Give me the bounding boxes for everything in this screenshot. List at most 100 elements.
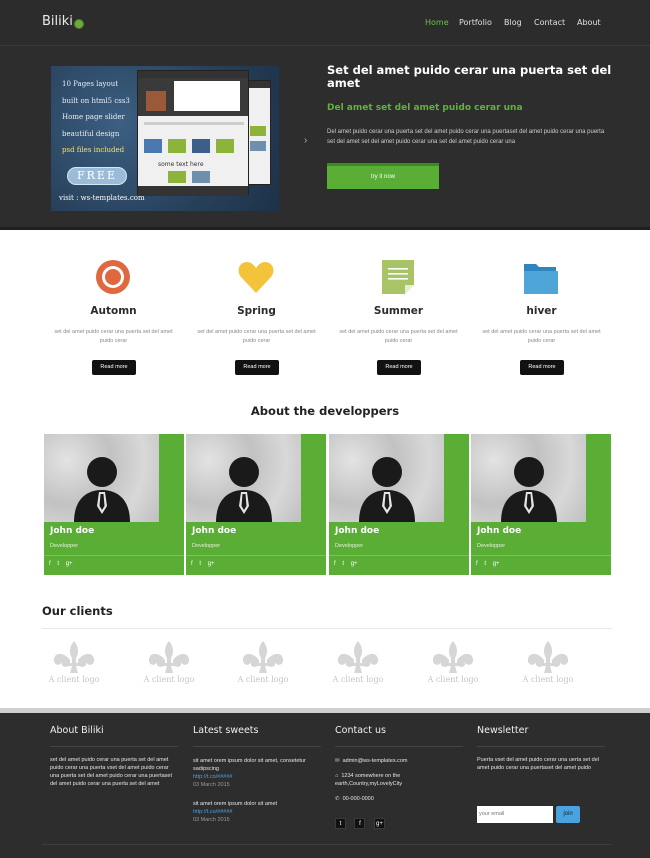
newsletter-join-button[interactable]: join xyxy=(556,806,580,823)
footer-newsletter-title: Newsletter xyxy=(477,725,605,747)
template-mockup-front: some text here xyxy=(137,70,249,196)
slider-next-arrow[interactable]: › xyxy=(304,135,307,146)
client-logo-label: A client logo xyxy=(427,675,479,684)
member-social-links: f t g+ xyxy=(191,561,220,567)
hero-promo-image: 10 Pages layout built on html5 css3 Home… xyxy=(51,66,279,211)
footer-about: About Biliki set del amet puido cerar un… xyxy=(50,725,178,788)
google-plus-icon[interactable]: g+ xyxy=(208,561,215,567)
sweet-text: sit amet orem ipsum dolor sit amet, cons… xyxy=(193,758,306,772)
google-plus-icon[interactable]: g+ xyxy=(351,561,358,567)
free-badge: FREE xyxy=(67,167,127,185)
feature-text: set del amet puido cerar una puerta set … xyxy=(482,329,601,344)
member-name: John doe xyxy=(192,526,237,536)
fleur-de-lis-icon xyxy=(432,641,474,673)
member-role: Developper xyxy=(335,543,364,549)
sweet-text: sit amet orem ipsum dolor sit amet xyxy=(193,801,278,807)
fleur-de-lis-icon xyxy=(53,641,95,673)
newsletter-email-input[interactable] xyxy=(477,806,553,823)
client-logo-label: A client logo xyxy=(522,675,574,684)
folder-icon xyxy=(524,264,558,294)
phone-icon: ✆ xyxy=(335,796,340,802)
member-name: John doe xyxy=(335,526,380,536)
sweet-date: 03 March 2015 xyxy=(193,782,230,788)
site-logo[interactable]: Biliki xyxy=(42,14,73,29)
twitter-icon[interactable]: t xyxy=(342,561,344,567)
client-logo-label: A client logo xyxy=(237,675,289,684)
team-member-card: John doe Developper f t g+ xyxy=(186,434,326,575)
facebook-icon[interactable]: f xyxy=(354,818,366,829)
hero-subtitle: Del amet set del amet puido cerar una xyxy=(327,103,523,113)
facebook-icon[interactable]: f xyxy=(191,561,193,567)
promo-line: psd files included xyxy=(62,146,125,154)
twitter-icon[interactable]: t xyxy=(199,561,201,567)
feature-title: hiver xyxy=(526,305,557,317)
fleur-de-lis-icon xyxy=(337,641,379,673)
nav-about[interactable]: About xyxy=(577,18,601,27)
read-more-button[interactable]: Read more xyxy=(92,360,136,375)
client-logo[interactable]: A client logo xyxy=(518,640,578,684)
footer-newsletter: Newsletter Puerta vset del amet puido ce… xyxy=(477,725,605,835)
client-logo[interactable]: A client logo xyxy=(139,640,199,684)
member-social-links: f t g+ xyxy=(49,561,78,567)
clients-heading: Our clients xyxy=(42,604,113,618)
feature-text: set del amet puido cerar una puerta set … xyxy=(54,329,173,344)
member-role: Developper xyxy=(477,543,506,549)
facebook-icon[interactable]: f xyxy=(334,561,336,567)
sweet-item: sit amet orem ipsum dolor sit amet, cons… xyxy=(193,757,321,789)
member-social-links: f t g+ xyxy=(476,561,505,567)
contact-email[interactable]: ✉ admin@ws-templates.com xyxy=(335,757,463,765)
user-silhouette-icon xyxy=(359,457,415,522)
twitter-icon[interactable]: t xyxy=(57,561,59,567)
top-navbar: Biliki Home Portfolio Blog Contact About xyxy=(0,0,650,46)
read-more-button[interactable]: Read more xyxy=(377,360,421,375)
contact-email-text: admin@ws-templates.com xyxy=(342,758,408,764)
envelope-icon: ✉ xyxy=(335,758,340,764)
footer-sweets-title: Latest sweets xyxy=(193,725,321,747)
footer-about-title: About Biliki xyxy=(50,725,178,747)
facebook-icon[interactable]: f xyxy=(49,561,51,567)
promo-line: Home page slider xyxy=(62,113,125,121)
client-logo-label: A client logo xyxy=(48,675,100,684)
twitter-icon[interactable]: t xyxy=(335,818,346,829)
client-logo[interactable]: A client logo xyxy=(423,640,483,684)
google-plus-icon[interactable]: g+ xyxy=(66,561,73,567)
footer-about-text: set del amet puido cerar una puerta set … xyxy=(50,757,172,787)
user-silhouette-icon xyxy=(501,457,557,522)
read-more-button[interactable]: Read more xyxy=(235,360,279,375)
contact-address-text: 1234 somewhere on the earth,Country,myLo… xyxy=(335,773,403,787)
member-role: Developper xyxy=(192,543,221,549)
team-member-card: John doe Developper f t g+ xyxy=(44,434,184,575)
sweet-link[interactable]: http://t.co/##### xyxy=(193,773,321,781)
client-logo[interactable]: A client logo xyxy=(328,640,388,684)
document-icon xyxy=(382,260,414,294)
facebook-icon[interactable]: f xyxy=(476,561,478,567)
feature-title: Automn xyxy=(90,305,137,317)
avatar xyxy=(329,434,444,522)
sweet-link[interactable]: http://t.co/##### xyxy=(193,808,321,816)
try-it-now-button[interactable]: try it now xyxy=(327,163,439,189)
fleur-de-lis-icon xyxy=(148,641,190,673)
feature-title: Summer xyxy=(373,305,424,317)
client-logo-label: A client logo xyxy=(332,675,384,684)
nav-portfolio[interactable]: Portfolio xyxy=(459,18,492,27)
nav-contact[interactable]: Contact xyxy=(534,18,565,27)
member-social-links: f t g+ xyxy=(334,561,363,567)
hero-slider: 10 Pages layout built on html5 css3 Home… xyxy=(0,46,650,230)
google-plus-icon[interactable]: g+ xyxy=(493,561,500,567)
user-silhouette-icon xyxy=(216,457,272,522)
read-more-button[interactable]: Read more xyxy=(520,360,564,375)
client-logo[interactable]: A client logo xyxy=(44,640,104,684)
client-logo[interactable]: A client logo xyxy=(233,640,293,684)
hero-text: Del amet puido cerar una puerta set del … xyxy=(327,129,605,145)
feature-text: set del amet puido cerar una puerta set … xyxy=(339,329,458,344)
fleur-de-lis-icon xyxy=(242,641,284,673)
google-plus-icon[interactable]: g+ xyxy=(373,818,385,829)
nav-blog[interactable]: Blog xyxy=(504,18,522,27)
avatar xyxy=(44,434,159,522)
target-icon xyxy=(96,260,130,294)
nav-home[interactable]: Home xyxy=(425,18,449,27)
contact-phone-text: 00-000-0000 xyxy=(342,796,374,802)
sweet-item: sit amet orem ipsum dolor sit amet http:… xyxy=(193,800,321,824)
twitter-icon[interactable]: t xyxy=(484,561,486,567)
promo-line: built on html5 css3 xyxy=(62,97,130,105)
